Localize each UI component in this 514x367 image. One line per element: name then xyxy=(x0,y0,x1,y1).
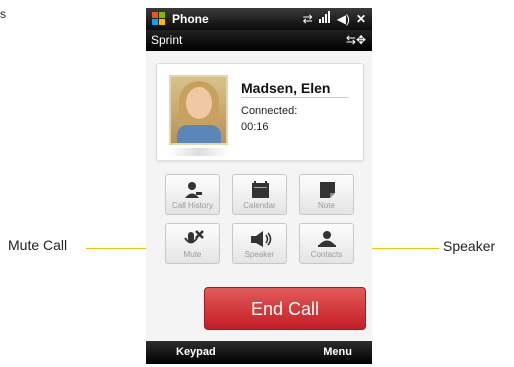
calendar-label: Calendar xyxy=(243,201,276,210)
call-history-button[interactable]: Call History xyxy=(165,174,220,215)
contacts-button[interactable]: Contacts xyxy=(299,223,354,264)
status-icons: ⇄ ◀) ✕ xyxy=(303,11,366,27)
carrier-name: Sprint xyxy=(151,33,183,47)
softkey-bar: Keypad Menu xyxy=(146,341,372,364)
app-title: Phone xyxy=(172,12,209,26)
windows-logo-icon[interactable] xyxy=(152,12,166,26)
call-history-label: Call History xyxy=(172,201,213,210)
call-status: Connected: xyxy=(241,105,298,117)
contacts-label: Contacts xyxy=(310,250,343,259)
call-timer: 00:16 xyxy=(241,121,269,133)
menu-softkey[interactable]: Menu xyxy=(323,346,352,358)
calendar-button[interactable]: Calendar xyxy=(232,174,287,215)
contact-name: Madsen, Elen xyxy=(241,80,331,96)
avatar-shadow xyxy=(169,148,229,156)
callout-mute-label: Mute Call xyxy=(8,237,68,253)
mute-button[interactable]: Mute xyxy=(165,223,220,264)
note-label: Note xyxy=(318,201,335,210)
call-history-icon xyxy=(185,182,202,198)
signal-icon xyxy=(318,11,331,27)
connectivity-icon[interactable]: ⇆✥ xyxy=(346,33,366,47)
note-icon xyxy=(320,182,335,198)
call-content: Madsen, Elen Connected: 00:16 Call Histo… xyxy=(146,51,372,341)
name-divider xyxy=(241,97,349,98)
keypad-softkey[interactable]: Keypad xyxy=(176,346,216,358)
contact-card: Madsen, Elen Connected: 00:16 xyxy=(156,63,364,161)
mute-label: Mute xyxy=(183,250,202,259)
note-button[interactable]: Note xyxy=(299,174,354,215)
close-icon[interactable]: ✕ xyxy=(356,11,366,27)
calendar-icon xyxy=(252,181,269,198)
speaker-button[interactable]: Speaker xyxy=(232,223,287,264)
contacts-icon xyxy=(318,231,336,247)
title-bar: Phone ⇄ ◀) ✕ xyxy=(146,8,372,30)
phone-screen: Phone ⇄ ◀) ✕ Sprint ⇆✥ Madsen, Elen Conn… xyxy=(146,8,372,364)
sync-icon: ⇄ xyxy=(302,12,313,26)
callout-speaker-label: Speaker xyxy=(443,238,496,254)
carrier-bar: Sprint ⇆✥ xyxy=(146,30,372,51)
avatar xyxy=(169,75,228,145)
mute-icon xyxy=(184,230,204,244)
corner-text: s xyxy=(0,7,6,21)
end-call-button[interactable]: End Call xyxy=(204,287,366,330)
speaker-icon xyxy=(251,231,272,247)
speaker-label: Speaker xyxy=(244,250,275,259)
volume-icon: ◀) xyxy=(336,12,350,26)
